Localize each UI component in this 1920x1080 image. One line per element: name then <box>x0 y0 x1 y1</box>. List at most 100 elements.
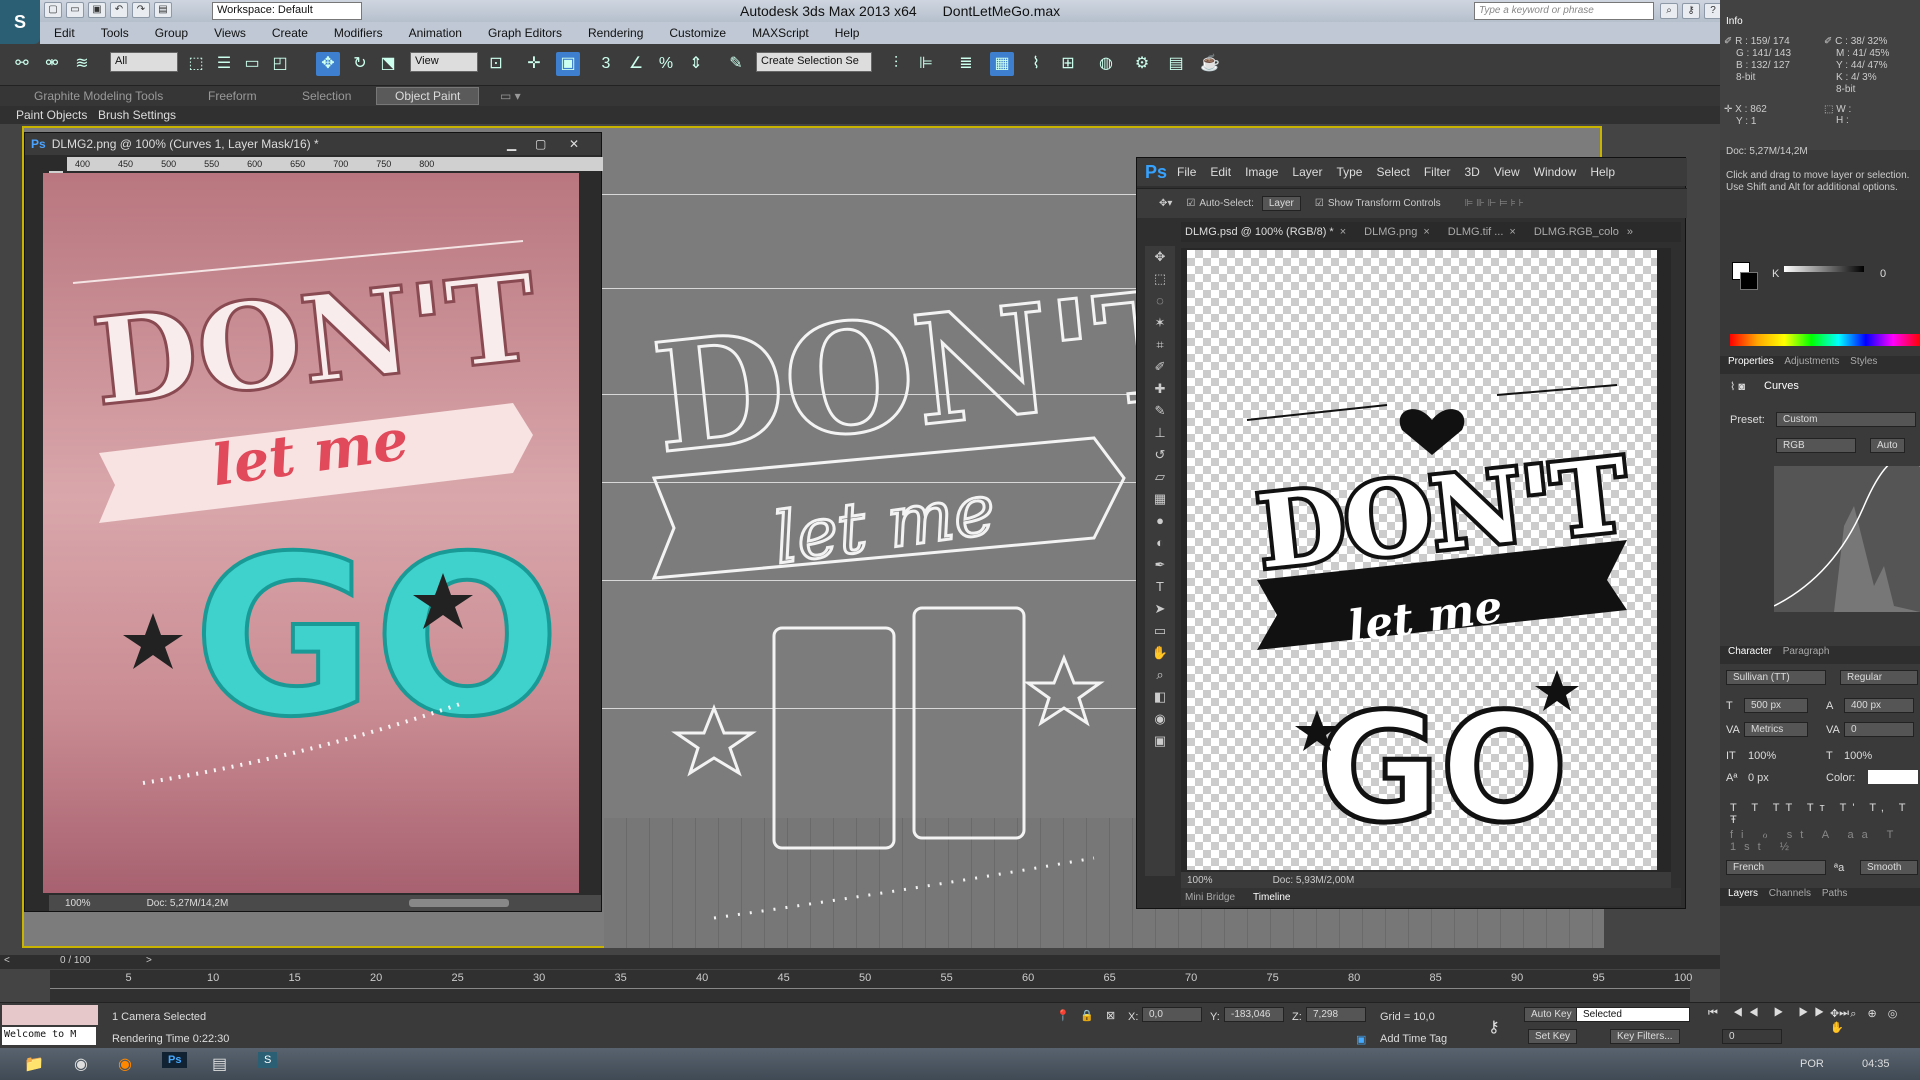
language-dropdown[interactable]: French <box>1726 860 1826 875</box>
show-transform-checkbox[interactable]: ☑ <box>1315 198 1324 209</box>
tab-selection[interactable]: Selection <box>302 89 351 103</box>
ps-zoom[interactable]: 100% <box>1187 875 1213 886</box>
maximize-icon[interactable]: ▢ <box>535 137 546 151</box>
anti-alias-dropdown[interactable]: Smooth <box>1860 860 1918 875</box>
ps-canvas[interactable]: DON'T let me GO <box>1187 250 1657 870</box>
paint-objects-button[interactable]: Paint Objects <box>16 108 87 122</box>
opentype-buttons[interactable]: fi ℴ st A aa T 1st ½ <box>1730 828 1920 853</box>
key-icon[interactable]: ⚷ <box>1682 3 1700 19</box>
new-file-icon[interactable]: ▢ <box>44 2 62 18</box>
search-input[interactable]: Type a keyword or phrase <box>1474 2 1654 20</box>
max-app-logo[interactable]: S <box>0 0 40 44</box>
type-tool-icon[interactable]: T <box>1145 576 1175 598</box>
bind-space-warp-icon[interactable]: ≋ <box>70 52 94 76</box>
ps-menu-image[interactable]: Image <box>1245 165 1278 179</box>
undo-icon[interactable]: ↶ <box>110 2 128 18</box>
tab-close-icon[interactable]: × <box>1423 226 1429 238</box>
minimize-icon[interactable]: ▁ <box>507 137 516 151</box>
pen-tool-icon[interactable]: ✒ <box>1145 554 1175 576</box>
add-time-tag[interactable]: Add Time Tag <box>1380 1033 1447 1045</box>
edit-named-selection-icon[interactable]: ✎ <box>724 52 748 76</box>
color-spectrum[interactable] <box>1730 334 1920 346</box>
brush-tool-icon[interactable]: ✎ <box>1145 400 1175 422</box>
link-icon[interactable]: ⚯ <box>10 52 34 76</box>
menu-rendering[interactable]: Rendering <box>588 26 643 40</box>
horizontal-scale-field[interactable]: 100% <box>1844 750 1872 762</box>
isolate-selection-icon[interactable]: 📍 <box>1056 1009 1070 1022</box>
scale-icon[interactable]: ⬔ <box>376 52 400 76</box>
schematic-view-icon[interactable]: ⊞ <box>1056 52 1080 76</box>
current-frame-field[interactable]: 0 <box>1722 1029 1782 1044</box>
viewport-navigation-icons[interactable]: ✥ ⌕ ⊕ ◎ ✋ <box>1830 1007 1920 1034</box>
close-icon[interactable]: ✕ <box>569 137 579 151</box>
baseline-shift-field[interactable]: 0 px <box>1748 772 1769 784</box>
ps-menu-filter[interactable]: Filter <box>1424 165 1451 179</box>
absolute-mode-icon[interactable]: ⊠ <box>1106 1009 1115 1022</box>
firefox-icon[interactable]: ◉ <box>118 1054 132 1074</box>
ps-menu-file[interactable]: File <box>1177 165 1196 179</box>
files-taskbar-icon[interactable]: ▤ <box>212 1054 227 1074</box>
ps-menu-type[interactable]: Type <box>1336 165 1362 179</box>
ps-doc-size[interactable]: Doc: 5,93M/2,00M <box>1273 875 1355 886</box>
material-editor-icon[interactable]: ◍ <box>1094 52 1118 76</box>
maxscript-listener[interactable] <box>2 1005 98 1025</box>
ps-menu-window[interactable]: Window <box>1534 165 1577 179</box>
selection-lock-icon[interactable]: 🔒 <box>1080 1009 1094 1022</box>
manipulate-icon[interactable]: ✛ <box>522 52 546 76</box>
move-icon[interactable]: ✥ <box>316 52 340 76</box>
text-color-swatch[interactable] <box>1868 770 1918 784</box>
ribbon-options-icon[interactable]: ▭ ▾ <box>500 89 521 103</box>
curve-editor-icon[interactable]: ⌇ <box>1024 52 1048 76</box>
auto-key-button[interactable]: Auto Key <box>1524 1007 1579 1022</box>
path-selection-icon[interactable]: ➤ <box>1145 598 1175 620</box>
menu-group[interactable]: Group <box>155 26 188 40</box>
quick-mask-icon[interactable]: ◉ <box>1145 708 1175 730</box>
explorer-icon[interactable]: 📁 <box>24 1054 44 1074</box>
crop-tool-icon[interactable]: ⌗ <box>1145 334 1175 356</box>
set-key-icon[interactable]: ⚷ <box>1488 1017 1500 1037</box>
preset-dropdown[interactable]: Custom <box>1776 412 1916 427</box>
tab-styles[interactable]: Styles <box>1850 356 1877 367</box>
tab-object-paint[interactable]: Object Paint <box>376 87 480 105</box>
ps-menu-edit[interactable]: Edit <box>1210 165 1231 179</box>
marquee-tool-icon[interactable]: ⬚ <box>1145 268 1175 290</box>
menu-help[interactable]: Help <box>835 26 860 40</box>
ps-doc-size[interactable]: Doc: 5,27M/14,2M <box>147 898 229 909</box>
track-bar[interactable]: 5 10 15 20 25 30 35 40 45 50 55 60 65 70 75 80 85 90 95 100 <box>50 970 1692 1002</box>
time-next-icon[interactable]: > <box>146 955 152 966</box>
k-value[interactable]: 0 <box>1880 268 1886 280</box>
z-coordinate-field[interactable]: 7,298 <box>1306 1007 1366 1022</box>
selection-filter-dropdown[interactable]: All <box>110 52 178 72</box>
leading-field[interactable]: 400 px <box>1844 698 1914 713</box>
channel-dropdown[interactable]: RGB <box>1776 438 1856 453</box>
auto-button[interactable]: Auto <box>1870 438 1905 453</box>
set-key-button[interactable]: Set Key <box>1528 1029 1578 1044</box>
font-size-field[interactable]: 500 px <box>1744 698 1808 713</box>
photoshop-window[interactable]: Ps File Edit Image Layer Type Select Fil… <box>1136 157 1687 909</box>
tracking-field[interactable]: 0 <box>1844 722 1914 737</box>
clock[interactable]: 04:35 <box>1862 1058 1890 1070</box>
eraser-icon[interactable]: ▱ <box>1145 466 1175 488</box>
tab-close-icon[interactable]: × <box>1509 226 1515 238</box>
move-tool-icon[interactable]: ✥ <box>1145 246 1175 268</box>
tab-channels[interactable]: Channels <box>1769 888 1811 899</box>
menu-graph-editors[interactable]: Graph Editors <box>488 26 562 40</box>
workspace-dropdown[interactable]: Workspace: Default <box>212 2 362 20</box>
font-family-dropdown[interactable]: Sullivan (TT) <box>1726 670 1826 685</box>
project-folder-icon[interactable]: ▤ <box>154 2 172 18</box>
background-swatch[interactable] <box>1740 272 1758 290</box>
key-filters-button[interactable]: Key Filters... <box>1610 1029 1680 1044</box>
language-indicator[interactable]: POR <box>1800 1058 1824 1070</box>
percent-snap-icon[interactable]: % <box>654 52 678 76</box>
layer-manager-icon[interactable]: ≣ <box>954 52 978 76</box>
move-tool-icon[interactable]: ✥▾ <box>1159 198 1172 209</box>
time-tag-icon[interactable]: ▣ <box>1356 1033 1366 1046</box>
keyboard-shortcut-icon[interactable]: ▣ <box>556 52 580 76</box>
kerning-field[interactable]: Metrics <box>1744 722 1808 737</box>
rendered-frame-icon[interactable]: ▤ <box>1164 52 1188 76</box>
h-scrollbar[interactable] <box>409 899 509 907</box>
x-coordinate-field[interactable]: 0,0 <box>1142 1007 1202 1022</box>
graphite-toggle-icon[interactable]: ▦ <box>990 52 1014 76</box>
tab-character[interactable]: Character <box>1728 646 1772 657</box>
font-style-dropdown[interactable]: Regular <box>1840 670 1918 685</box>
